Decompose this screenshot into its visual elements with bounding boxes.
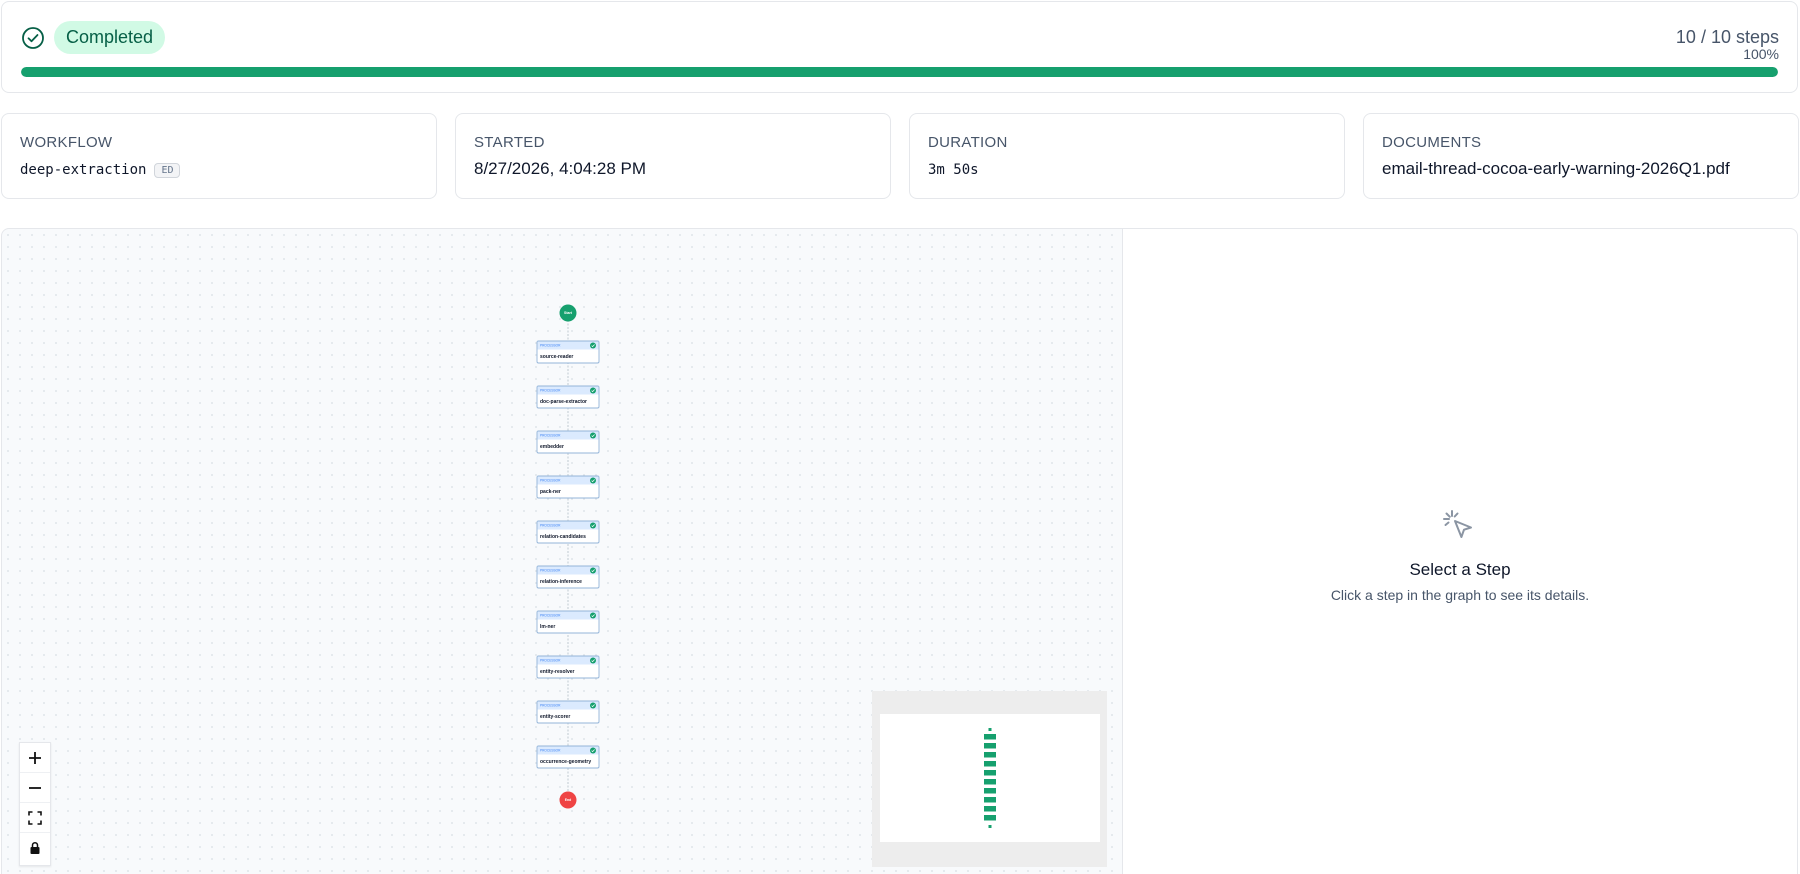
step-name: entity-scorer [540,714,570,720]
documents-label: DOCUMENTS [1382,134,1482,151]
check-icon [590,342,596,349]
end-node: End [559,791,577,809]
step-node-entity-scorer[interactable]: PROCESSOR entity-scorer [536,700,600,724]
step-node-pack-ner[interactable]: PROCESSOR pack-ner [536,475,600,499]
workflow-value: deep-extraction ED [20,162,181,178]
step-kind: PROCESSOR [540,704,561,708]
step-name: source-reader [540,354,573,360]
step-kind: PROCESSOR [540,749,561,753]
start-node: Start [559,304,577,322]
lock-button[interactable] [20,833,50,863]
minus-icon [29,786,41,789]
plus-icon [29,751,41,764]
minimap-node [984,806,996,812]
duration-label: DURATION [928,134,1008,151]
minimap-end [988,825,992,828]
step-kind: PROCESSOR [540,479,561,483]
workflow-label: WORKFLOW [20,134,113,151]
documents-card: DOCUMENTS email-thread-cocoa-early-warni… [1363,113,1799,199]
step-node-entity-resolver[interactable]: PROCESSOR entity-resolver [536,655,600,679]
minimap-node [984,779,996,785]
started-value: 8/27/2026, 4:04:28 PM [474,159,647,178]
check-icon [590,522,596,529]
progress-bar-fill [21,67,1778,77]
minimap-node [984,788,996,794]
check-icon [590,657,596,664]
check-icon [590,477,596,484]
step-node-lm-ner[interactable]: PROCESSOR lm-ner [536,610,600,634]
minimap-node [984,770,996,776]
steps-count: 10 / 10 steps [1675,27,1779,47]
workflow-graph-canvas[interactable]: Start PROCESSOR source-reader PROCESSOR doc-… [1,228,1123,874]
fit-view-icon [28,810,42,825]
zoom-in-button[interactable] [20,743,50,773]
duration-value: 3m 50s [928,162,979,178]
step-node-embedder[interactable]: PROCESSOR embedder [536,430,600,454]
minimap-node [984,797,996,803]
svg-text:End: End [565,798,572,802]
step-name: occurrence-geometry [540,759,591,765]
minimap-node [984,743,996,749]
documents-value[interactable]: email-thread-cocoa-early-warning-2026Q1.… [1382,159,1730,179]
progress-bar [21,67,1778,77]
graph-minimap[interactable] [872,691,1107,867]
graph-controls [19,742,51,866]
svg-text:Start: Start [564,311,573,315]
duration-card: DURATION 3m 50s [909,113,1345,199]
step-node-occurrence-geometry[interactable]: PROCESSOR occurrence-geometry [536,745,600,769]
run-status-card: Completed 10 / 10 steps 100% [1,1,1798,93]
step-kind: PROCESSOR [540,344,561,348]
minimap-start [988,728,992,731]
step-kind: PROCESSOR [540,569,561,573]
step-kind: PROCESSOR [540,524,561,528]
step-node-relation-inference[interactable]: PROCESSOR relation-inference [536,565,600,589]
minimap-node [984,734,996,740]
step-kind: PROCESSOR [540,434,561,438]
step-name: pack-ner [540,489,561,495]
step-name: embedder [540,444,564,450]
step-kind: PROCESSOR [540,389,561,393]
check-icon [590,567,596,574]
step-details-panel: Select a Step Click a step in the graph … [1123,228,1798,874]
minimap-viewport [880,714,1100,842]
step-node-doc-parse-extractor[interactable]: PROCESSOR doc-parse-extractor [536,385,600,409]
step-node-source-reader[interactable]: PROCESSOR source-reader [536,340,600,364]
check-icon [590,702,596,709]
step-node-relation-candidates[interactable]: PROCESSOR relation-candidates [536,520,600,544]
workflow-card: WORKFLOW deep-extraction ED [1,113,437,199]
fit-view-button[interactable] [20,803,50,833]
step-kind: PROCESSOR [540,614,561,618]
minimap-node [984,815,996,821]
step-name: relation-inference [540,579,582,585]
step-name: relation-candidates [540,534,586,540]
minimap-node [984,761,996,767]
workflow-abbr-badge: ED [154,162,181,178]
check-icon [590,387,596,394]
step-name: entity-resolver [540,669,575,675]
progress-percent: 100% [1743,46,1779,62]
step-name: lm-ner [540,624,555,630]
check-icon [590,432,596,439]
step-name: doc-parse-extractor [540,399,587,405]
cursor-click-icon [1443,510,1472,538]
minimap-node [984,752,996,758]
started-label: STARTED [474,134,545,151]
started-card: STARTED 8/27/2026, 4:04:28 PM [455,113,891,199]
zoom-out-button[interactable] [20,773,50,803]
workflow-name: deep-extraction [20,162,147,178]
status-badge: Completed [54,21,166,54]
step-kind: PROCESSOR [540,659,561,663]
empty-state-title: Select a Step [1409,560,1511,579]
check-circle-icon [22,27,44,49]
check-icon [590,747,596,754]
minimap-nodes [984,728,996,828]
lock-icon [30,841,40,854]
check-icon [590,612,596,619]
empty-state-subtitle: Click a step in the graph to see its det… [1330,587,1590,603]
